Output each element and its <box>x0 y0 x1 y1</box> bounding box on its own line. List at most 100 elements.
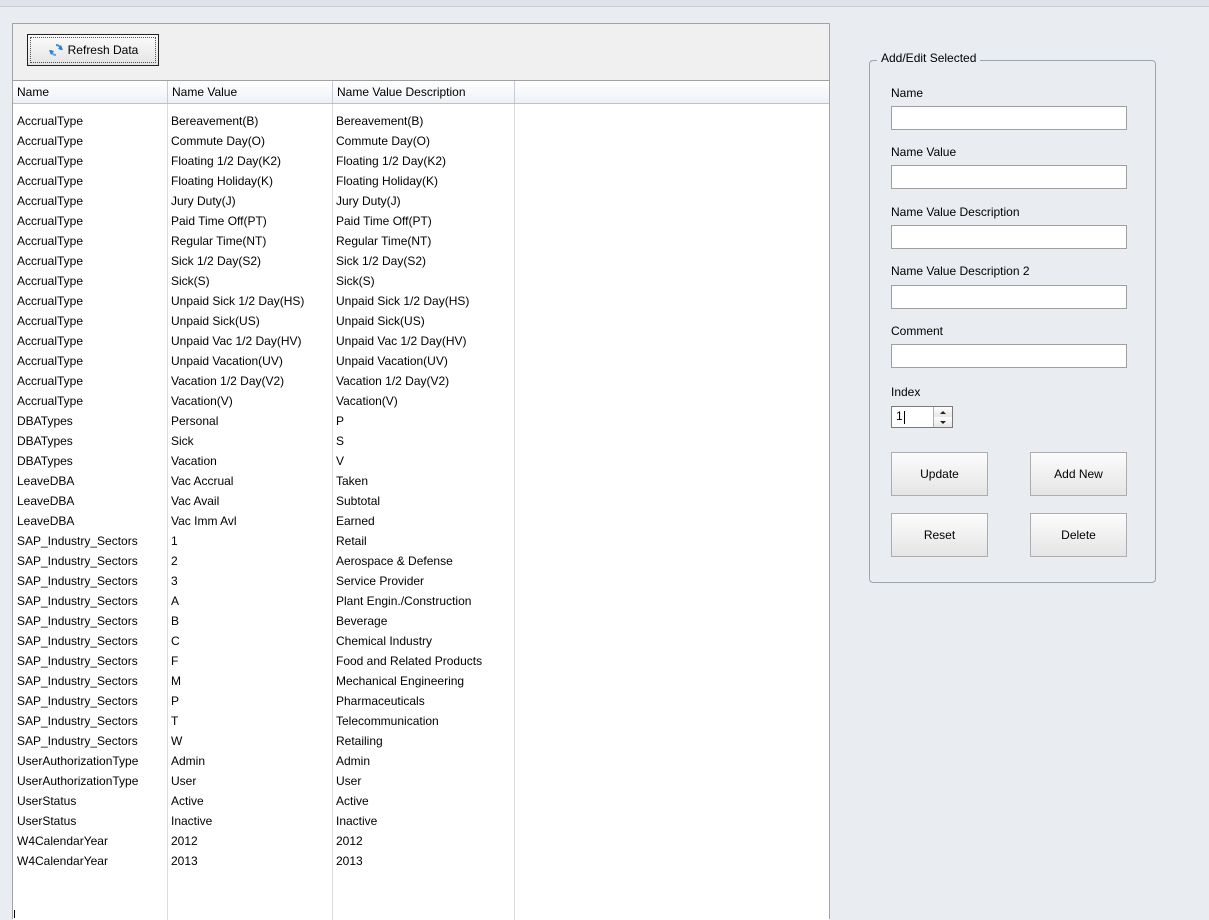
cell-name-value: User <box>171 774 197 788</box>
delete-button[interactable]: Delete <box>1030 513 1127 557</box>
name-value-input[interactable] <box>891 165 1127 189</box>
cell-name-value: Vacation 1/2 Day(V2) <box>171 374 285 388</box>
add-edit-group <box>869 60 1156 583</box>
name-value-description-input[interactable] <box>891 225 1127 249</box>
cell-name-value-description: Vacation 1/2 Day(V2) <box>336 374 450 388</box>
table-row[interactable]: UserStatus Inactive Inactive <box>13 811 829 831</box>
table-row[interactable]: SAP_Industry_Sectors 1 Retail <box>13 531 829 551</box>
cell-name-value: 2 <box>171 554 178 568</box>
cell-name-value: C <box>171 634 180 648</box>
cell-name-value: Personal <box>171 414 219 428</box>
cell-name-value: Vac Accrual <box>171 474 234 488</box>
table-row[interactable]: LeaveDBA Vac Accrual Taken <box>13 471 829 491</box>
cell-name-value-description: Regular Time(NT) <box>336 234 432 248</box>
cell-name-value-description: Service Provider <box>336 574 425 588</box>
table-row[interactable]: UserStatus Active Active <box>13 791 829 811</box>
cell-name: AccrualType <box>17 374 84 388</box>
table-row[interactable]: SAP_Industry_Sectors 3 Service Provider <box>13 571 829 591</box>
update-button[interactable]: Update <box>891 452 988 496</box>
data-grid[interactable]: Name Name Value Name Value Description A… <box>13 81 829 920</box>
comment-input[interactable] <box>891 344 1127 368</box>
cell-name-value: Regular Time(NT) <box>171 234 267 248</box>
table-row[interactable]: AccrualType Unpaid Sick(US) Unpaid Sick(US… <box>13 311 829 331</box>
name-input[interactable] <box>891 106 1127 130</box>
cell-name-value-description: 2012 <box>336 834 363 848</box>
cell-name-value-description: Earned <box>336 514 375 528</box>
cell-name-value: Unpaid Vacation(UV) <box>171 354 283 368</box>
cell-name: AccrualType <box>17 314 84 328</box>
refresh-data-label: Refresh Data <box>67 43 139 57</box>
table-row[interactable]: AccrualType Sick 1/2 Day(S2) Sick 1/2 Day(… <box>13 251 829 271</box>
cell-name: SAP_Industry_Sectors <box>17 614 138 628</box>
chevron-down-icon <box>940 420 946 424</box>
table-row[interactable]: AccrualType Floating Holiday(K) Floating H… <box>13 171 829 191</box>
table-row[interactable]: UserAuthorizationType Admin Admin <box>13 751 829 771</box>
cell-name-value: P <box>171 694 180 708</box>
cell-name-value: Active <box>171 794 204 808</box>
cell-name-value-description: Vacation(V) <box>336 394 398 408</box>
table-row[interactable]: AccrualType Unpaid Vacation(UV) Unpaid Vac… <box>13 351 829 371</box>
cell-name-value: 1 <box>171 534 178 548</box>
table-row[interactable]: SAP_Industry_Sectors P Pharmaceuticals <box>13 691 829 711</box>
stepper-buttons <box>933 407 952 427</box>
table-row[interactable]: SAP_Industry_Sectors B Beverage <box>13 611 829 631</box>
table-row[interactable]: UserAuthorizationType User User <box>13 771 829 791</box>
cell-name-value: F <box>171 654 179 668</box>
cell-name-value: 2013 <box>171 854 198 868</box>
table-row[interactable]: W4CalendarYear 2012 2012 <box>13 831 829 851</box>
name-value-label: Name Value <box>891 145 957 159</box>
cell-name-value: Bereavement(B) <box>171 114 259 128</box>
table-row[interactable]: AccrualType Vacation(V) Vacation(V) <box>13 391 829 411</box>
table-row[interactable]: AccrualType Paid Time Off(PT) Paid Time Of… <box>13 211 829 231</box>
cell-name-value: Unpaid Sick(US) <box>171 314 260 328</box>
table-row[interactable]: AccrualType Floating 1/2 Day(K2) Floating … <box>13 151 829 171</box>
cell-name-value: Vacation <box>171 454 217 468</box>
table-row[interactable]: SAP_Industry_Sectors C Chemical Industry <box>13 631 829 651</box>
table-row[interactable]: AccrualType Jury Duty(J) Jury Duty(J) <box>13 191 829 211</box>
cell-name-value-description: S <box>336 434 345 448</box>
reset-button[interactable]: Reset <box>891 513 988 557</box>
add-new-button[interactable]: Add New <box>1030 452 1127 496</box>
cell-name-value: Floating Holiday(K) <box>171 174 274 188</box>
column-header-name-value-description[interactable]: Name Value Description <box>333 81 515 103</box>
cell-name-value: B <box>171 614 180 628</box>
refresh-data-button[interactable]: Refresh Data <box>27 34 159 66</box>
table-row[interactable]: LeaveDBA Vac Avail Subtotal <box>13 491 829 511</box>
index-decrement-button[interactable] <box>934 417 952 427</box>
cell-name-value-description: Subtotal <box>336 494 381 508</box>
table-row[interactable]: AccrualType Commute Day(O) Commute Day(O) <box>13 131 829 151</box>
cell-name: SAP_Industry_Sectors <box>17 554 138 568</box>
table-row[interactable]: AccrualType Vacation 1/2 Day(V2) Vacation … <box>13 371 829 391</box>
table-row[interactable]: LeaveDBA Vac Imm Avl Earned <box>13 511 829 531</box>
column-header-name-value[interactable]: Name Value <box>168 81 333 103</box>
table-row[interactable]: SAP_Industry_Sectors M Mechanical Engineer… <box>13 671 829 691</box>
table-row[interactable]: SAP_Industry_Sectors 2 Aerospace & Defense <box>13 551 829 571</box>
table-row[interactable]: DBATypes Personal P <box>13 411 829 431</box>
table-row[interactable]: AccrualType Unpaid Sick 1/2 Day(HS) Unpaid… <box>13 291 829 311</box>
cell-name: AccrualType <box>17 174 84 188</box>
table-row[interactable]: SAP_Industry_Sectors F Food and Related Pr… <box>13 651 829 671</box>
cell-name-value-description: Jury Duty(J) <box>336 194 401 208</box>
table-row[interactable]: AccrualType Sick(S) Sick(S) <box>13 271 829 291</box>
cell-name-value-description: Inactive <box>336 814 378 828</box>
name-value-description-2-input[interactable] <box>891 285 1127 309</box>
name-value-description-label: Name Value Description <box>891 205 1020 219</box>
table-row[interactable]: AccrualType Regular Time(NT) Regular Time(… <box>13 231 829 251</box>
cell-name-value: Vacation(V) <box>171 394 233 408</box>
table-row[interactable]: SAP_Industry_Sectors T Telecommunication <box>13 711 829 731</box>
table-row[interactable]: SAP_Industry_Sectors A Plant Engin./Constr… <box>13 591 829 611</box>
cell-name-value: 3 <box>171 574 178 588</box>
table-row[interactable]: SAP_Industry_Sectors W Retailing <box>13 731 829 751</box>
table-row[interactable]: W4CalendarYear 2013 2013 <box>13 851 829 871</box>
cell-name: SAP_Industry_Sectors <box>17 714 138 728</box>
cell-name-value-description: Mechanical Engineering <box>336 674 465 688</box>
table-row[interactable]: AccrualType Bereavement(B) Bereavement(B) <box>13 111 829 131</box>
table-row[interactable]: AccrualType Unpaid Vac 1/2 Day(HV) Unpaid … <box>13 331 829 351</box>
index-stepper[interactable]: 1 <box>891 406 953 428</box>
table-row[interactable]: DBATypes Vacation V <box>13 451 829 471</box>
name-label: Name <box>891 86 924 100</box>
cell-name: SAP_Industry_Sectors <box>17 534 138 548</box>
cell-name-value-description: Unpaid Vac 1/2 Day(HV) <box>336 334 467 348</box>
column-header-name[interactable]: Name <box>13 81 168 103</box>
table-row[interactable]: DBATypes Sick S <box>13 431 829 451</box>
